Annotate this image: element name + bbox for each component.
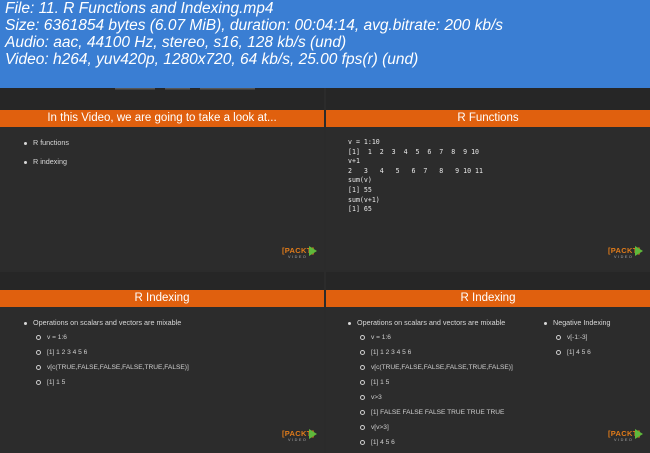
bullet-dot-icon (544, 321, 547, 325)
sub-bullet-item: v[v>3] (360, 424, 389, 431)
thumbnail-slide-2: R Functions v = 1:10 [1] 1 2 3 4 5 6 7 8… (326, 88, 650, 270)
thumbnail-slide-1: In this Video, we are going to take a lo… (0, 88, 324, 270)
ring-bullet-icon (360, 409, 365, 415)
sub-bullet-item: v>3 (360, 394, 382, 401)
sub-bullet-item: [1] 1 5 (36, 379, 65, 386)
bullet-dot-icon (24, 160, 27, 164)
size-info-line: Size: 6361854 bytes (6.07 MiB), duration… (5, 17, 504, 34)
slide-title: R Indexing (326, 290, 650, 307)
bullet-dot-icon (348, 321, 351, 325)
packt-logo: [PACKT] VIDEO (282, 245, 318, 261)
bullet-item: Operations on scalars and vectors are mi… (348, 318, 505, 327)
play-arrow-icon (635, 429, 643, 439)
ring-bullet-icon (360, 439, 365, 445)
packt-logo: [PACKT] VIDEO (608, 428, 644, 444)
thumbnail-slide-3: R Indexing Operations on scalars and vec… (0, 272, 324, 453)
bullet-dot-icon (24, 141, 27, 145)
ring-bullet-icon (360, 334, 365, 340)
audio-info-line: Audio: aac, 44100 Hz, stereo, s16, 128 k… (5, 34, 347, 51)
ring-bullet-icon (36, 379, 41, 385)
thumbnail-slide-4: R Indexing Operations on scalars and vec… (326, 272, 650, 453)
ring-bullet-icon (360, 349, 365, 355)
sub-bullet-item: [1] 1 5 (360, 379, 389, 386)
sub-bullet-item: [1] 1 2 3 4 5 6 (360, 349, 411, 356)
slide-top-strip (0, 88, 324, 110)
sub-bullet-item: v = 1:6 (36, 334, 67, 341)
bullet-dot-icon (24, 321, 27, 325)
bullet-item: Operations on scalars and vectors are mi… (24, 318, 181, 327)
sub-bullet-item: v[c(TRUE,FALSE,FALSE,FALSE,TRUE,FALSE)] (36, 364, 189, 371)
slide-top-strip (0, 272, 324, 290)
slide-title: R Functions (326, 110, 650, 127)
slide-top-strip (326, 88, 650, 110)
ring-bullet-icon (36, 334, 41, 340)
ring-bullet-icon (556, 334, 561, 340)
thumbnail-grid: In this Video, we are going to take a lo… (0, 88, 650, 453)
play-arrow-icon (309, 246, 317, 256)
sub-bullet-item: [1] 1 2 3 4 5 6 (36, 349, 87, 356)
play-arrow-icon (309, 429, 317, 439)
ring-bullet-icon (360, 424, 365, 430)
file-info-header: File: 11. R Functions and Indexing.mp4 S… (5, 0, 645, 68)
video-info-line: Video: h264, yuv420p, 1280x720, 64 kb/s,… (5, 51, 419, 68)
ring-bullet-icon (360, 379, 365, 385)
partial-text-artifact (115, 88, 255, 90)
file-info-line: File: 11. R Functions and Indexing.mp4 (5, 0, 274, 17)
slide-title: In this Video, we are going to take a lo… (0, 110, 324, 127)
ring-bullet-icon (360, 394, 365, 400)
slide-top-strip (326, 272, 650, 290)
slide-title: R Indexing (0, 290, 324, 307)
ring-bullet-icon (556, 349, 561, 355)
play-arrow-icon (635, 246, 643, 256)
ring-bullet-icon (36, 364, 41, 370)
ring-bullet-icon (36, 349, 41, 355)
code-block: v = 1:10 [1] 1 2 3 4 5 6 7 8 9 10 v+1 2 … (348, 138, 483, 214)
sub-bullet-item: v[c(TRUE,FALSE,FALSE,FALSE,TRUE,FALSE)] (360, 364, 513, 371)
packt-logo: [PACKT] VIDEO (608, 245, 644, 261)
bullet-item: Negative Indexing (544, 318, 611, 327)
sub-bullet-item: [1] 4 5 6 (556, 349, 591, 356)
ring-bullet-icon (360, 364, 365, 370)
sub-bullet-item: [1] 4 5 6 (360, 439, 395, 446)
packt-logo: [PACKT] VIDEO (282, 428, 318, 444)
bullet-item: R indexing (24, 157, 67, 166)
bullet-item: R functions (24, 138, 69, 147)
sub-bullet-item: v = 1:6 (360, 334, 391, 341)
sub-bullet-item: [1] FALSE FALSE FALSE TRUE TRUE TRUE (360, 409, 504, 416)
sub-bullet-item: v[-1:-3] (556, 334, 588, 341)
